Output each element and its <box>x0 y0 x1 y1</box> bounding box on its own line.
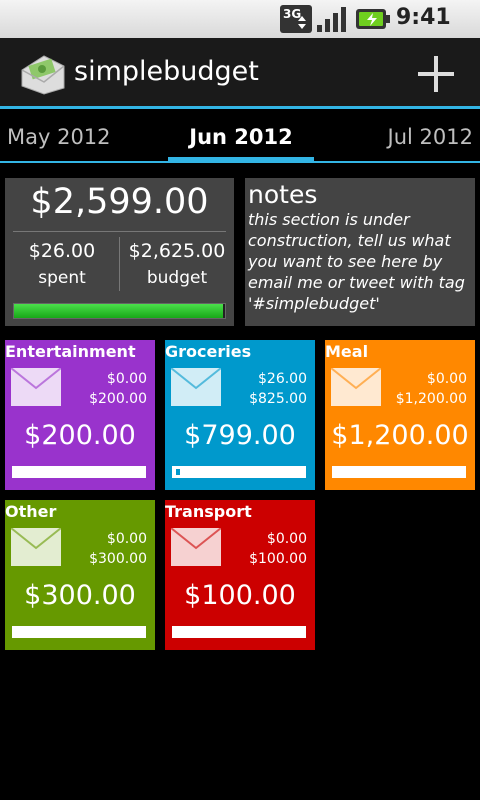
category-remaining: $799.00 <box>184 420 296 451</box>
category-name: Entertainment <box>5 342 136 361</box>
category-card-other[interactable]: Other $0.00 $300.00 $300.00 <box>5 500 155 650</box>
category-progress-bar <box>332 466 466 478</box>
category-budget: $300.00 <box>89 551 147 567</box>
notes-body: this section is under construction, tell… <box>248 210 465 313</box>
spent-label: spent <box>38 268 86 288</box>
envelope-icon <box>331 368 381 406</box>
category-budget: $200.00 <box>89 391 147 407</box>
budget-column: $2,625.00 budget <box>120 240 234 288</box>
total-remaining: $2,599.00 <box>30 182 209 222</box>
category-spent: $26.00 <box>258 371 307 387</box>
category-budget: $1,200.00 <box>395 391 467 407</box>
notes-card: notes this section is under construction… <box>245 178 475 326</box>
category-progress-bar <box>12 626 146 638</box>
envelope-icon <box>171 368 221 406</box>
category-budget: $825.00 <box>249 391 307 407</box>
category-name: Other <box>5 502 57 521</box>
app-title: simplebudget <box>74 56 259 87</box>
network-3g-icon: 3G <box>280 5 312 33</box>
category-name: Meal <box>325 342 369 361</box>
summary-card: $2,599.00 $26.00 spent $2,625.00 budget <box>5 178 234 326</box>
category-remaining: $100.00 <box>184 580 296 611</box>
tab-previous-month[interactable]: May 2012 <box>7 125 111 149</box>
budget-amount: $2,625.00 <box>128 240 226 262</box>
category-progress-bar <box>172 626 306 638</box>
action-bar: simplebudget <box>0 38 480 108</box>
envelope-icon <box>171 528 221 566</box>
spent-amount: $26.00 <box>28 240 96 262</box>
tab-current-month[interactable]: Jun 2012 <box>168 125 314 149</box>
category-remaining: $200.00 <box>24 420 136 451</box>
status-bar: 3G 9:41 PM <box>0 0 480 53</box>
signal-strength-icon <box>317 7 346 32</box>
plus-icon[interactable] <box>414 54 458 94</box>
budget-label: budget <box>146 268 208 288</box>
spent-column: $26.00 spent <box>5 240 119 288</box>
category-card-entertainment[interactable]: Entertainment $0.00 $200.00 $200.00 <box>5 340 155 490</box>
tab-next-month[interactable]: Jul 2012 <box>388 125 473 149</box>
category-card-groceries[interactable]: Groceries $26.00 $825.00 $799.00 <box>165 340 315 490</box>
category-budget: $100.00 <box>249 551 307 567</box>
month-tabs: May 2012 Jun 2012 Jul 2012 <box>0 109 480 165</box>
category-spent: $0.00 <box>426 371 467 387</box>
category-name: Transport <box>165 502 252 521</box>
category-remaining: $300.00 <box>24 580 136 611</box>
svg-text:3G: 3G <box>283 7 301 21</box>
tab-selected-indicator <box>168 157 314 163</box>
summary-progress-fill <box>14 304 223 318</box>
category-name: Groceries <box>165 342 252 361</box>
category-spent: $0.00 <box>106 531 147 547</box>
envelope-icon <box>11 528 61 566</box>
category-card-meal[interactable]: Meal $0.00 $1,200.00 $1,200.00 <box>325 340 475 490</box>
summary-divider <box>13 231 226 232</box>
category-spent: $0.00 <box>266 531 307 547</box>
summary-progress-bar <box>13 303 226 319</box>
app-logo-icon <box>21 55 65 95</box>
envelope-icon <box>11 368 61 406</box>
category-progress-bar <box>172 466 306 478</box>
battery-charging-icon <box>356 9 390 29</box>
category-spent: $0.00 <box>106 371 147 387</box>
category-progress-bar <box>12 466 146 478</box>
category-progress-fill <box>176 469 180 475</box>
category-remaining: $1,200.00 <box>331 420 469 451</box>
notes-title: notes <box>248 180 318 209</box>
category-card-transport[interactable]: Transport $0.00 $100.00 $100.00 <box>165 500 315 650</box>
